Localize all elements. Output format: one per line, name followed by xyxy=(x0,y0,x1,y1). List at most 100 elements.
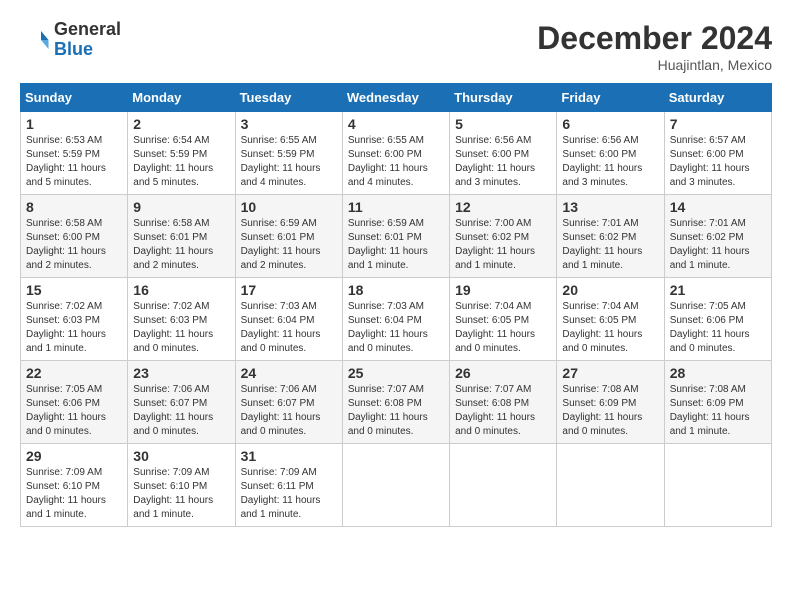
day-number: 13 xyxy=(562,199,658,215)
day-number: 25 xyxy=(348,365,444,381)
calendar-day-header: Wednesday xyxy=(342,84,449,112)
day-number: 8 xyxy=(26,199,122,215)
logo-icon xyxy=(20,25,50,55)
calendar-day-header: Monday xyxy=(128,84,235,112)
day-info: Sunrise: 7:03 AM Sunset: 6:04 PM Dayligh… xyxy=(348,300,444,356)
calendar-cell: 20 Sunrise: 7:04 AM Sunset: 6:05 PM Dayli… xyxy=(557,278,664,361)
day-info: Sunrise: 7:08 AM Sunset: 6:09 PM Dayligh… xyxy=(562,383,658,439)
day-number: 17 xyxy=(241,282,337,298)
calendar-day-header: Friday xyxy=(557,84,664,112)
day-info: Sunrise: 7:06 AM Sunset: 6:07 PM Dayligh… xyxy=(241,383,337,439)
calendar-cell: 29Sunrise: 7:09 AM Sunset: 6:10 PM Dayli… xyxy=(21,444,128,527)
day-number: 30 xyxy=(133,448,229,464)
calendar-cell: 21 Sunrise: 7:05 AM Sunset: 6:06 PM Dayli… xyxy=(664,278,771,361)
logo-text: General Blue xyxy=(54,20,121,60)
day-info: Sunrise: 7:05 AM Sunset: 6:06 PM Dayligh… xyxy=(670,300,766,356)
calendar-header-row: SundayMondayTuesdayWednesdayThursdayFrid… xyxy=(21,84,772,112)
day-info: Sunrise: 7:00 AM Sunset: 6:02 PM Dayligh… xyxy=(455,217,551,273)
calendar-cell: 4 Sunrise: 6:55 AM Sunset: 6:00 PM Daylig… xyxy=(342,112,449,195)
day-number: 12 xyxy=(455,199,551,215)
calendar-cell: 17 Sunrise: 7:03 AM Sunset: 6:04 PM Dayli… xyxy=(235,278,342,361)
calendar-cell xyxy=(450,444,557,527)
day-number: 18 xyxy=(348,282,444,298)
day-info: Sunrise: 7:07 AM Sunset: 6:08 PM Dayligh… xyxy=(348,383,444,439)
day-number: 6 xyxy=(562,116,658,132)
day-number: 16 xyxy=(133,282,229,298)
day-info: Sunrise: 6:59 AM Sunset: 6:01 PM Dayligh… xyxy=(348,217,444,273)
day-info: Sunrise: 7:06 AM Sunset: 6:07 PM Dayligh… xyxy=(133,383,229,439)
calendar-cell: 1 Sunrise: 6:53 AM Sunset: 5:59 PM Daylig… xyxy=(21,112,128,195)
day-number: 10 xyxy=(241,199,337,215)
calendar-cell xyxy=(664,444,771,527)
day-number: 4 xyxy=(348,116,444,132)
month-title: December 2024 xyxy=(537,20,772,57)
day-number: 28 xyxy=(670,365,766,381)
day-number: 5 xyxy=(455,116,551,132)
day-info: Sunrise: 7:02 AM Sunset: 6:03 PM Dayligh… xyxy=(133,300,229,356)
calendar-cell xyxy=(557,444,664,527)
calendar-cell: 22 Sunrise: 7:05 AM Sunset: 6:06 PM Dayli… xyxy=(21,361,128,444)
calendar-cell: 11 Sunrise: 6:59 AM Sunset: 6:01 PM Dayli… xyxy=(342,195,449,278)
calendar-cell: 10 Sunrise: 6:59 AM Sunset: 6:01 PM Dayli… xyxy=(235,195,342,278)
day-number: 7 xyxy=(670,116,766,132)
day-number: 29 xyxy=(26,448,122,464)
day-info: Sunrise: 6:55 AM Sunset: 5:59 PM Dayligh… xyxy=(241,134,337,190)
day-number: 3 xyxy=(241,116,337,132)
day-number: 27 xyxy=(562,365,658,381)
day-info: Sunrise: 6:58 AM Sunset: 6:00 PM Dayligh… xyxy=(26,217,122,273)
day-info: Sunrise: 6:56 AM Sunset: 6:00 PM Dayligh… xyxy=(562,134,658,190)
calendar-cell: 26 Sunrise: 7:07 AM Sunset: 6:08 PM Dayli… xyxy=(450,361,557,444)
calendar-cell: 12 Sunrise: 7:00 AM Sunset: 6:02 PM Dayli… xyxy=(450,195,557,278)
calendar-table: SundayMondayTuesdayWednesdayThursdayFrid… xyxy=(20,83,772,527)
day-info: Sunrise: 6:54 AM Sunset: 5:59 PM Dayligh… xyxy=(133,134,229,190)
day-info: Sunrise: 7:07 AM Sunset: 6:08 PM Dayligh… xyxy=(455,383,551,439)
title-block: December 2024 Huajintlan, Mexico xyxy=(537,20,772,73)
day-number: 20 xyxy=(562,282,658,298)
calendar-cell: 16 Sunrise: 7:02 AM Sunset: 6:03 PM Dayli… xyxy=(128,278,235,361)
calendar-cell: 24 Sunrise: 7:06 AM Sunset: 6:07 PM Dayli… xyxy=(235,361,342,444)
day-number: 24 xyxy=(241,365,337,381)
day-info: Sunrise: 7:01 AM Sunset: 6:02 PM Dayligh… xyxy=(670,217,766,273)
location: Huajintlan, Mexico xyxy=(537,57,772,73)
day-info: Sunrise: 6:55 AM Sunset: 6:00 PM Dayligh… xyxy=(348,134,444,190)
calendar-day-header: Thursday xyxy=(450,84,557,112)
calendar-cell: 15 Sunrise: 7:02 AM Sunset: 6:03 PM Dayli… xyxy=(21,278,128,361)
calendar-cell xyxy=(342,444,449,527)
calendar-cell: 25 Sunrise: 7:07 AM Sunset: 6:08 PM Dayli… xyxy=(342,361,449,444)
day-info: Sunrise: 7:09 AM Sunset: 6:10 PM Dayligh… xyxy=(133,466,229,522)
calendar-cell: 19Sunrise: 7:04 AM Sunset: 6:05 PM Dayli… xyxy=(450,278,557,361)
day-number: 21 xyxy=(670,282,766,298)
calendar-cell: 7Sunrise: 6:57 AM Sunset: 6:00 PM Daylig… xyxy=(664,112,771,195)
day-number: 11 xyxy=(348,199,444,215)
calendar-cell: 2 Sunrise: 6:54 AM Sunset: 5:59 PM Daylig… xyxy=(128,112,235,195)
day-info: Sunrise: 6:58 AM Sunset: 6:01 PM Dayligh… xyxy=(133,217,229,273)
calendar-day-header: Saturday xyxy=(664,84,771,112)
day-info: Sunrise: 7:02 AM Sunset: 6:03 PM Dayligh… xyxy=(26,300,122,356)
calendar-cell: 5Sunrise: 6:56 AM Sunset: 6:00 PM Daylig… xyxy=(450,112,557,195)
day-info: Sunrise: 7:09 AM Sunset: 6:11 PM Dayligh… xyxy=(241,466,337,522)
day-number: 9 xyxy=(133,199,229,215)
calendar-cell: 28Sunrise: 7:08 AM Sunset: 6:09 PM Dayli… xyxy=(664,361,771,444)
calendar-cell: 27 Sunrise: 7:08 AM Sunset: 6:09 PM Dayli… xyxy=(557,361,664,444)
page-header: General Blue December 2024 Huajintlan, M… xyxy=(20,20,772,73)
day-number: 19 xyxy=(455,282,551,298)
day-info: Sunrise: 7:03 AM Sunset: 6:04 PM Dayligh… xyxy=(241,300,337,356)
calendar-cell: 31 Sunrise: 7:09 AM Sunset: 6:11 PM Dayli… xyxy=(235,444,342,527)
day-info: Sunrise: 6:59 AM Sunset: 6:01 PM Dayligh… xyxy=(241,217,337,273)
logo: General Blue xyxy=(20,20,121,60)
calendar-cell: 30 Sunrise: 7:09 AM Sunset: 6:10 PM Dayli… xyxy=(128,444,235,527)
day-number: 2 xyxy=(133,116,229,132)
calendar-cell: 18 Sunrise: 7:03 AM Sunset: 6:04 PM Dayli… xyxy=(342,278,449,361)
day-number: 31 xyxy=(241,448,337,464)
day-info: Sunrise: 6:53 AM Sunset: 5:59 PM Dayligh… xyxy=(26,134,122,190)
calendar-cell: 23Sunrise: 7:06 AM Sunset: 6:07 PM Dayli… xyxy=(128,361,235,444)
calendar-cell: 8 Sunrise: 6:58 AM Sunset: 6:00 PM Daylig… xyxy=(21,195,128,278)
day-info: Sunrise: 7:05 AM Sunset: 6:06 PM Dayligh… xyxy=(26,383,122,439)
day-info: Sunrise: 7:04 AM Sunset: 6:05 PM Dayligh… xyxy=(562,300,658,356)
day-number: 26 xyxy=(455,365,551,381)
day-number: 15 xyxy=(26,282,122,298)
day-number: 22 xyxy=(26,365,122,381)
calendar-cell: 6 Sunrise: 6:56 AM Sunset: 6:00 PM Daylig… xyxy=(557,112,664,195)
day-number: 1 xyxy=(26,116,122,132)
day-number: 14 xyxy=(670,199,766,215)
